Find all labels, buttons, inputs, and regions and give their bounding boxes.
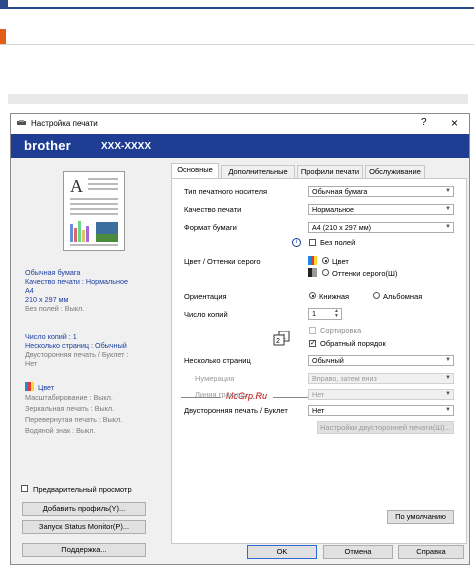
collate-checkbox[interactable] bbox=[309, 327, 316, 334]
page-order-value: Вправо, затем вниз bbox=[312, 374, 377, 383]
copies-input[interactable]: 1 ▲ ▼ bbox=[308, 308, 342, 320]
reverse-order-label: Обратный порядок bbox=[320, 339, 386, 348]
svg-text:A: A bbox=[70, 176, 83, 196]
orange-marker bbox=[0, 29, 6, 44]
grayscale-radio[interactable] bbox=[322, 269, 329, 276]
default-button[interactable]: По умолчанию bbox=[387, 510, 454, 524]
summary-duplex-value: Нет bbox=[25, 359, 38, 368]
multipage-label: Несколько страниц bbox=[184, 356, 251, 365]
model-name: XXX-XXXX bbox=[101, 141, 152, 152]
corner-marker bbox=[0, 0, 8, 7]
border-line-dropdown[interactable]: Нет ▼ bbox=[308, 389, 454, 400]
duplex-dropdown[interactable]: Нет ▼ bbox=[308, 405, 454, 416]
landscape-label: Альбомная bbox=[383, 292, 423, 301]
summary-media: Обычная бумага bbox=[25, 268, 81, 277]
brand-bar bbox=[11, 134, 469, 158]
svg-text:2: 2 bbox=[276, 338, 280, 345]
support-button[interactable]: Поддержка... bbox=[22, 543, 146, 557]
quality-value: Нормальное bbox=[312, 205, 355, 214]
collate-label: Сортировка bbox=[320, 326, 362, 335]
paper-size-value: A4 (210 x 297 мм) bbox=[312, 223, 372, 232]
top-accent-line bbox=[0, 7, 474, 9]
borderless-label: Без полей bbox=[320, 238, 356, 247]
media-type-label: Тип печатного носителя bbox=[184, 187, 268, 196]
help-icon[interactable]: ? bbox=[421, 117, 427, 128]
summary-pages: Несколько страниц : Обычный bbox=[25, 341, 127, 350]
summary-color: Цвет bbox=[38, 383, 55, 392]
chevron-down-icon: ▼ bbox=[445, 357, 451, 363]
tab-maintenance[interactable]: Обслуживание bbox=[365, 165, 425, 178]
preview-checkbox[interactable] bbox=[21, 485, 28, 492]
duplex-settings-button[interactable]: Настройки двусторонней печати(Ш)... bbox=[317, 421, 454, 434]
color-option-label: Цвет bbox=[332, 257, 349, 266]
tab-basic[interactable]: Основные bbox=[171, 163, 219, 179]
borderless-checkbox[interactable] bbox=[309, 239, 316, 246]
page-order-label: Нумерация bbox=[195, 374, 235, 383]
page-order-dropdown[interactable]: Вправо, затем вниз ▼ bbox=[308, 373, 454, 384]
summary-reverse: Перевернутая печать : Выкл. bbox=[25, 415, 123, 424]
portrait-radio[interactable] bbox=[309, 292, 316, 299]
portrait-label: Книжная bbox=[319, 292, 350, 301]
dialog-title: Настройка печати bbox=[31, 119, 98, 128]
copies-label: Число копий bbox=[184, 310, 228, 319]
multipage-dropdown[interactable]: Обычный ▼ bbox=[308, 355, 454, 366]
page-preview: A bbox=[63, 171, 125, 251]
tab-advanced[interactable]: Дополнительные bbox=[221, 165, 295, 178]
duplex-label: Двусторонняя печать / Буклет bbox=[184, 406, 288, 415]
color-mode-icon bbox=[308, 256, 317, 265]
spinner-icon[interactable]: ▲ ▼ bbox=[334, 309, 339, 319]
color-label: Цвет / Оттенки серого bbox=[184, 257, 261, 266]
close-icon[interactable]: × bbox=[451, 116, 458, 130]
summary-size: A4 bbox=[25, 286, 34, 295]
media-type-value: Обычная бумага bbox=[312, 187, 368, 196]
orientation-label: Ориентация bbox=[184, 292, 227, 301]
copies-value: 1 bbox=[312, 309, 316, 318]
chevron-down-icon: ▼ bbox=[445, 188, 451, 194]
landscape-radio[interactable] bbox=[373, 292, 380, 299]
cancel-button[interactable]: Отмена bbox=[323, 545, 393, 559]
preview-label: Предварительный просмотр bbox=[33, 485, 132, 494]
summary-mirror: Зеркальная печать : Выкл. bbox=[25, 404, 115, 413]
summary-quality: Качество печати : Нормальное bbox=[25, 277, 128, 286]
grayscale-icon bbox=[308, 268, 317, 277]
add-profile-button[interactable]: Добавить профиль(Y)... bbox=[22, 502, 146, 516]
printer-icon bbox=[17, 120, 26, 125]
summary-copies: Число копий : 1 bbox=[25, 332, 77, 341]
quality-dropdown[interactable]: Нормальное ▼ bbox=[308, 204, 454, 215]
color-icon bbox=[25, 382, 34, 391]
quality-label: Качество печати bbox=[184, 205, 242, 214]
reverse-order-checkbox[interactable]: ✓ bbox=[309, 340, 316, 347]
status-monitor-button[interactable]: Запуск Status Monitor(P)... bbox=[22, 520, 146, 534]
summary-dims: 210 x 297 мм bbox=[25, 295, 69, 304]
summary-duplex: Двусторонняя печать / Буклет : bbox=[25, 350, 129, 359]
border-line-label: Линия границы bbox=[195, 390, 248, 399]
divider bbox=[0, 44, 474, 45]
chevron-down-icon: ▼ bbox=[445, 391, 451, 397]
summary-scale: Масштабирование : Выкл. bbox=[25, 393, 113, 402]
chevron-down-icon: ▼ bbox=[445, 206, 451, 212]
info-icon[interactable]: i bbox=[292, 238, 301, 247]
collate-icon: 1 2 bbox=[273, 331, 290, 346]
gray-band bbox=[8, 94, 468, 104]
paper-size-label: Формат бумаги bbox=[184, 223, 237, 232]
chevron-down-icon: ▼ bbox=[445, 375, 451, 381]
media-type-dropdown[interactable]: Обычная бумага ▼ bbox=[308, 186, 454, 197]
print-settings-dialog: Настройка печати ? × brother XXX-XXXX A … bbox=[10, 113, 470, 565]
summary-watermark: Водяной знак : Выкл. bbox=[25, 426, 96, 435]
tab-profiles[interactable]: Профили печати bbox=[297, 165, 363, 178]
brand-logo: brother bbox=[24, 138, 71, 153]
duplex-value: Нет bbox=[312, 406, 325, 415]
ok-button[interactable]: OK bbox=[247, 545, 317, 559]
color-radio[interactable] bbox=[322, 257, 329, 264]
paper-size-dropdown[interactable]: A4 (210 x 297 мм) ▼ bbox=[308, 222, 454, 233]
border-line-value: Нет bbox=[312, 390, 325, 399]
multipage-value: Обычный bbox=[312, 356, 344, 365]
chevron-down-icon: ▼ bbox=[445, 224, 451, 230]
summary-borderless: Без полей : Выкл. bbox=[25, 304, 85, 313]
chevron-down-icon: ▼ bbox=[445, 407, 451, 413]
grayscale-option-label: Оттенки серого(Ш) bbox=[332, 269, 398, 278]
help-button[interactable]: Справка bbox=[398, 545, 464, 559]
